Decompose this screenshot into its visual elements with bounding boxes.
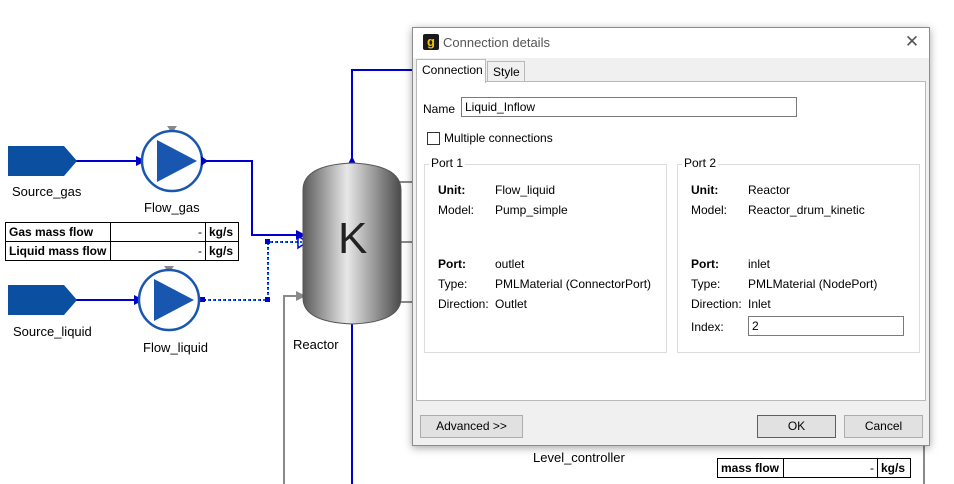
port1-type-label: Type: xyxy=(438,277,468,291)
table-row: mass flow - kg/s xyxy=(718,459,910,477)
mass-flow-table: Gas mass flow - kg/s Liquid mass flow - … xyxy=(5,222,239,261)
port1-type-value: PMLMaterial (ConnectorPort) xyxy=(495,277,652,291)
port2-model-label: Model: xyxy=(691,203,728,217)
port2-direction-value: Inlet xyxy=(748,297,771,311)
port2-type-label: Type: xyxy=(691,277,721,291)
mass-flow-table-2: mass flow - kg/s xyxy=(717,458,911,478)
stream-source-gas-to-pump[interactable] xyxy=(76,156,146,166)
source-gas-label: Source_gas xyxy=(12,184,82,199)
connection-panel: Name Liquid_Inflow Multiple connections … xyxy=(416,81,926,401)
reactor-symbol: K xyxy=(338,214,368,263)
connection-details-dialog: g Connection details ✕ Connection Style … xyxy=(412,27,930,446)
stream-source-liquid-to-pump[interactable] xyxy=(76,295,144,305)
source-liquid-label: Source_liquid xyxy=(13,324,92,339)
table-cell-value: - xyxy=(111,242,206,260)
port1-direction-label: Direction: xyxy=(438,297,489,311)
port2-title: Port 2 xyxy=(682,156,719,170)
tab-connection[interactable]: Connection xyxy=(416,59,486,83)
table-cell-unit: kg/s xyxy=(209,225,234,239)
table-row: Gas mass flow - kg/s xyxy=(6,223,238,242)
multiple-connections-checkbox[interactable] xyxy=(427,132,440,145)
advanced-button[interactable]: Advanced >> xyxy=(420,415,523,438)
stream-reactor-bottom-outlet[interactable] xyxy=(347,316,357,484)
source-liquid-block[interactable] xyxy=(8,285,77,315)
pump-gas[interactable] xyxy=(140,129,208,193)
port1-port-label: Port: xyxy=(438,257,466,271)
port2-type-value: PMLMaterial (NodePort) xyxy=(748,277,878,291)
table-cell-value: - xyxy=(784,459,878,477)
name-input[interactable]: Liquid_Inflow xyxy=(461,97,797,117)
port1-model-value: Pump_simple xyxy=(495,203,568,217)
dialog-title: Connection details xyxy=(443,35,550,50)
port1-unit-label: Unit: xyxy=(438,183,466,197)
table-cell-unit: kg/s xyxy=(881,461,906,475)
port2-unit-label: Unit: xyxy=(691,183,719,197)
level-controller-label: Level_controller xyxy=(533,450,625,465)
port2-direction-label: Direction: xyxy=(691,297,742,311)
ok-button[interactable]: OK xyxy=(757,415,836,438)
port2-port-label: Port: xyxy=(691,257,719,271)
cancel-button[interactable]: Cancel xyxy=(844,415,923,438)
table-row: Liquid mass flow - kg/s xyxy=(6,242,238,260)
port2-index-label: Index: xyxy=(691,320,724,334)
reactor-label: Reactor xyxy=(293,337,339,352)
port1-title: Port 1 xyxy=(429,156,466,170)
flow-liquid-label: Flow_liquid xyxy=(143,340,209,355)
dialog-titlebar[interactable]: g Connection details ✕ xyxy=(413,28,929,58)
table-cell-unit: kg/s xyxy=(209,244,234,258)
port2-index-input[interactable]: 2 xyxy=(748,316,904,336)
flow-gas-label: Flow_gas xyxy=(144,200,200,215)
table-cell-label: Gas mass flow xyxy=(6,223,111,241)
stream-grey-return[interactable] xyxy=(283,291,306,484)
port1-unit-value: Flow_liquid xyxy=(495,183,556,197)
multiple-connections-label: Multiple connections xyxy=(444,131,553,145)
stream-reactor-top-outlet[interactable] xyxy=(347,69,420,166)
pump-liquid[interactable] xyxy=(137,268,201,332)
tab-style[interactable]: Style xyxy=(487,61,525,81)
name-label: Name xyxy=(423,102,456,116)
table-cell-label: mass flow xyxy=(718,459,784,477)
port2-unit-value: Reactor xyxy=(748,183,791,197)
app-icon: g xyxy=(423,34,439,50)
port1-model-label: Model: xyxy=(438,203,475,217)
port1-direction-value: Outlet xyxy=(495,297,528,311)
close-icon[interactable]: ✕ xyxy=(903,32,921,52)
port2-port-value: inlet xyxy=(748,257,771,271)
table-cell-label: Liquid mass flow xyxy=(6,242,111,260)
source-gas-block[interactable] xyxy=(8,146,77,176)
port2-model-value: Reactor_drum_kinetic xyxy=(748,203,865,217)
port1-port-value: outlet xyxy=(495,257,525,271)
table-cell-value: - xyxy=(111,223,206,241)
